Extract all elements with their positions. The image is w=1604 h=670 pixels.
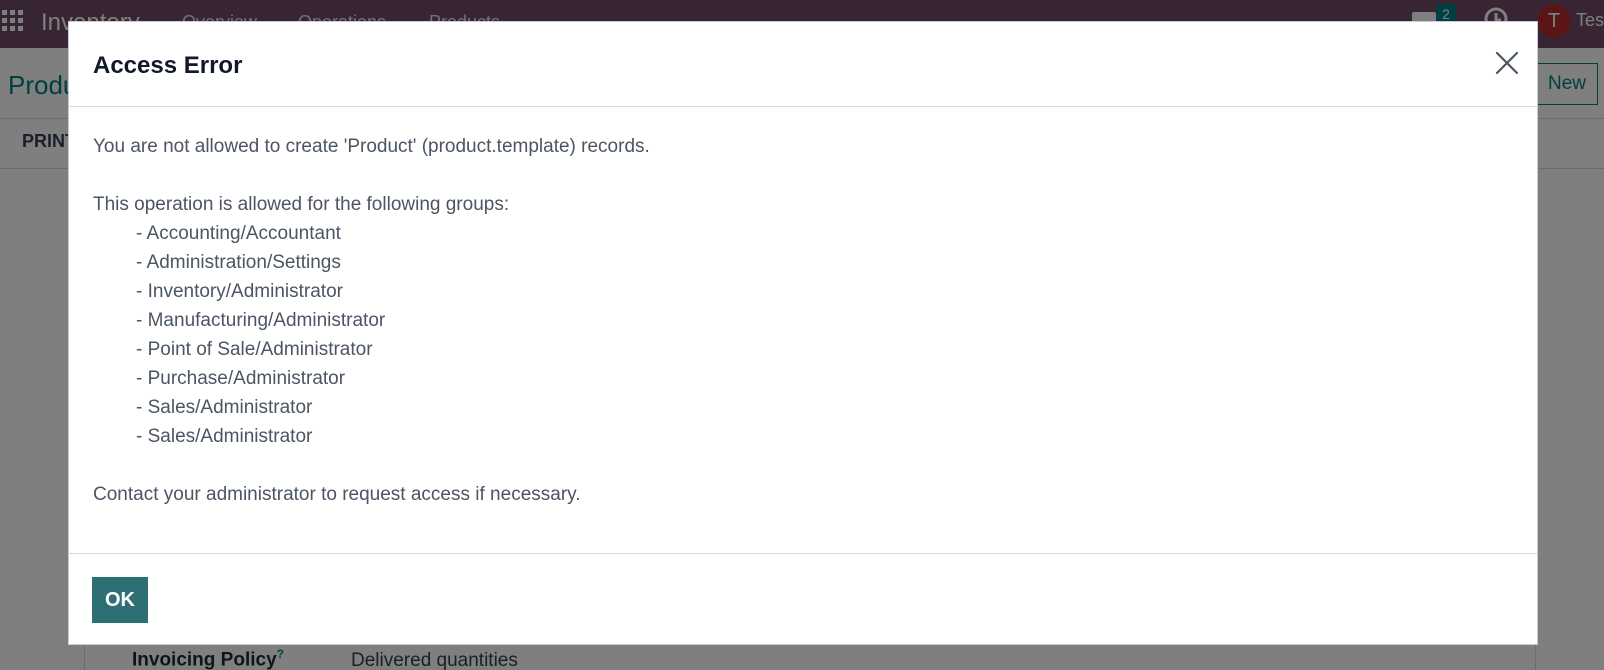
group-item: - Administration/Settings (136, 252, 341, 273)
error-message: You are not allowed to create 'Product' … (93, 136, 650, 157)
close-icon (1495, 51, 1519, 75)
group-item: - Point of Sale/Administrator (136, 339, 373, 360)
dialog-header: Access Error (69, 22, 1537, 107)
group-item: - Inventory/Administrator (136, 281, 343, 302)
group-item: - Purchase/Administrator (136, 368, 346, 389)
dialog-title: Access Error (93, 52, 243, 79)
group-item: - Sales/Administrator (136, 397, 313, 418)
group-item: - Manufacturing/Administrator (136, 310, 386, 331)
dialog-body: You are not allowed to create 'Product' … (93, 132, 1493, 509)
dialog-footer: OK (69, 553, 1537, 646)
groups-intro: This operation is allowed for the follow… (93, 194, 510, 215)
close-button[interactable] (1490, 46, 1524, 80)
ok-button[interactable]: OK (92, 577, 148, 623)
group-item: - Sales/Administrator (136, 426, 313, 447)
group-item: - Accounting/Accountant (136, 223, 341, 244)
contact-message: Contact your administrator to request ac… (93, 484, 581, 505)
access-error-dialog: Access Error You are not allowed to crea… (68, 21, 1538, 645)
